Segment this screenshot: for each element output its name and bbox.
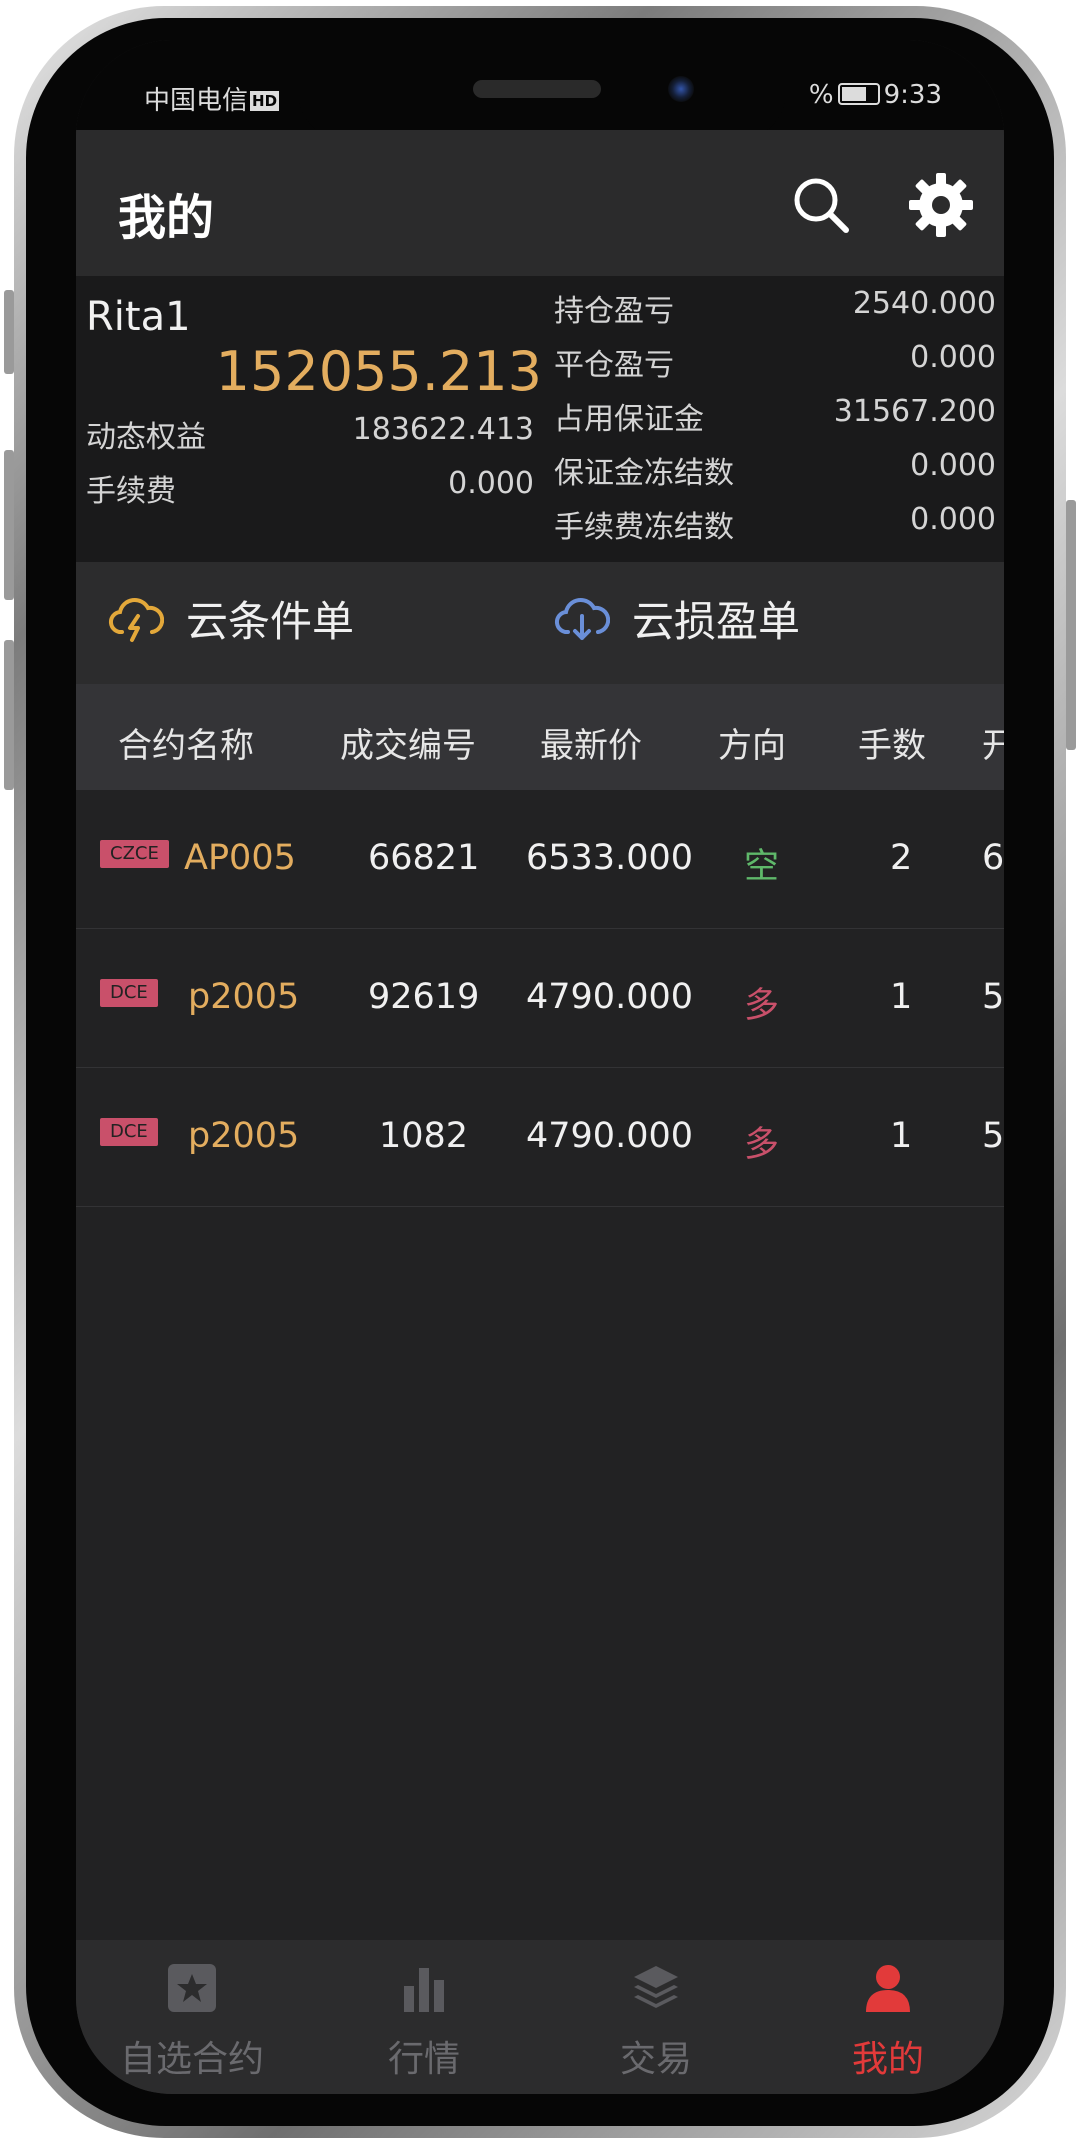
available-funds: 152055.213 [215,340,542,403]
quantity: 2 [890,838,913,878]
tab-trade[interactable]: 交易 [540,1940,772,2094]
exchange-badge: DCE [100,979,158,1007]
cloud-conditional-label: 云条件单 [186,597,355,646]
cloud-conditional-order-button[interactable]: 云条件单 [108,592,408,652]
row-label: 占用保证金 [554,402,704,437]
tab-label: 我的 [851,2039,924,2080]
contract-symbol: AP005 [184,838,296,878]
account-summary: Rita1 152055.213 动态权益 183622.413 手续费 0.0… [76,276,1004,562]
tab-label: 交易 [619,2039,692,2080]
carrier-name: 中国电信 [144,86,249,116]
column-header-qty[interactable]: 手数 [858,718,926,767]
column-header-trade-no[interactable]: 成交编号 [340,718,476,767]
right-row-margin-frozen: 保证金冻结数 0.000 [554,448,996,491]
star-icon [168,1964,216,2012]
cloud-lightning-icon [109,597,164,642]
row-label: 持仓盈亏 [554,294,674,329]
right-row-closed-pnl: 平仓盈亏 0.000 [554,340,996,383]
page-header: 我的 [76,130,1004,276]
table-row[interactable]: DCE p2005 1082 4790.000 多 1 55 [76,1068,1004,1207]
row-value: 183622.413 [352,412,534,447]
right-row-margin-used: 占用保证金 31567.200 [554,394,996,437]
right-row-position-pnl: 持仓盈亏 2540.000 [554,286,996,329]
table-row[interactable]: CZCE AP005 66821 6533.000 空 2 68 [76,790,1004,929]
cloud-download-icon [555,597,610,640]
bottom-tab-bar: 自选合约 行情 交易 我的 [76,1940,1004,2094]
table-header: 合约名称 成交编号 最新价 方向 手数 开 [76,684,1004,790]
person-icon [866,1965,910,2012]
row-label: 动态权益 [86,420,206,455]
left-row-fee: 手续费 0.000 [86,466,534,509]
cloud-stoploss-order-button[interactable]: 云损盈单 [554,592,854,652]
layers-icon [634,1966,678,2008]
status-right: % 9:33 [809,80,942,110]
row-label: 手续费 [86,474,176,509]
direction: 多 [744,1125,780,1165]
column-header-contract[interactable]: 合约名称 [118,718,254,767]
left-row-dynamic-equity: 动态权益 183622.413 [86,412,534,455]
trade-number: 66821 [368,838,480,878]
right-row-fee-frozen: 手续费冻结数 0.000 [554,502,996,545]
row-value: 2540.000 [852,286,996,321]
trade-number: 92619 [368,977,480,1017]
direction: 多 [744,986,780,1026]
latest-price: 4790.000 [526,977,694,1017]
cloud-order-bar: 云条件单 云损盈单 [76,562,1004,684]
contract-symbol: p2005 [188,977,300,1017]
exchange-badge: CZCE [100,840,169,868]
direction: 空 [744,847,780,887]
row-label: 手续费冻结数 [554,510,734,545]
account-name: Rita1 [86,294,191,340]
tab-label: 自选合约 [119,2039,264,2080]
volume-down-button [4,640,14,790]
front-camera [668,76,694,102]
volume-up-button [4,450,14,600]
column-header-price[interactable]: 最新价 [540,718,642,767]
latest-price: 4790.000 [526,1116,694,1156]
hd-badge: HD [250,91,280,111]
tab-watchlist[interactable]: 自选合约 [76,1940,308,2094]
notch [298,40,786,140]
exchange-badge: DCE [100,1118,158,1146]
status-time: 9:33 [883,80,942,110]
battery-percent: % [808,80,834,110]
row-value: 0.000 [910,502,996,537]
mute-switch [4,290,14,374]
speaker-grille [473,80,601,98]
gear-icon[interactable] [906,170,976,240]
carrier-label: 中国电信 HD [144,80,280,117]
row-label: 平仓盈亏 [554,348,674,383]
contract-symbol: p2005 [188,1116,300,1156]
cloud-stoploss-label: 云损盈单 [632,597,801,646]
search-icon[interactable] [786,170,856,240]
row-value: 0.000 [910,448,996,483]
open-price: 55 [982,977,1004,1017]
bar-chart-icon [404,1968,444,2012]
open-price: 68 [982,838,1004,878]
row-value: 31567.200 [833,394,996,429]
battery-icon [837,83,880,105]
tab-label: 行情 [387,2039,460,2080]
page-title: 我的 [118,190,215,246]
tab-market[interactable]: 行情 [308,1940,540,2094]
app-screen: 中国电信 HD % 9:33 我的 Rita1 152055.213 动态权益 … [76,40,1004,2094]
tab-mine[interactable]: 我的 [772,1940,1004,2094]
row-label: 保证金冻结数 [554,456,734,491]
trade-number: 1082 [379,1116,469,1156]
table-row[interactable]: DCE p2005 92619 4790.000 多 1 55 [76,929,1004,1068]
row-value: 0.000 [910,340,996,375]
row-value: 0.000 [448,466,534,501]
column-header-open[interactable]: 开 [982,718,1004,767]
quantity: 1 [890,1116,913,1156]
power-button [1066,500,1076,750]
latest-price: 6533.000 [526,838,694,878]
quantity: 1 [890,977,913,1017]
column-header-direction[interactable]: 方向 [718,718,786,767]
open-price: 55 [982,1116,1004,1156]
